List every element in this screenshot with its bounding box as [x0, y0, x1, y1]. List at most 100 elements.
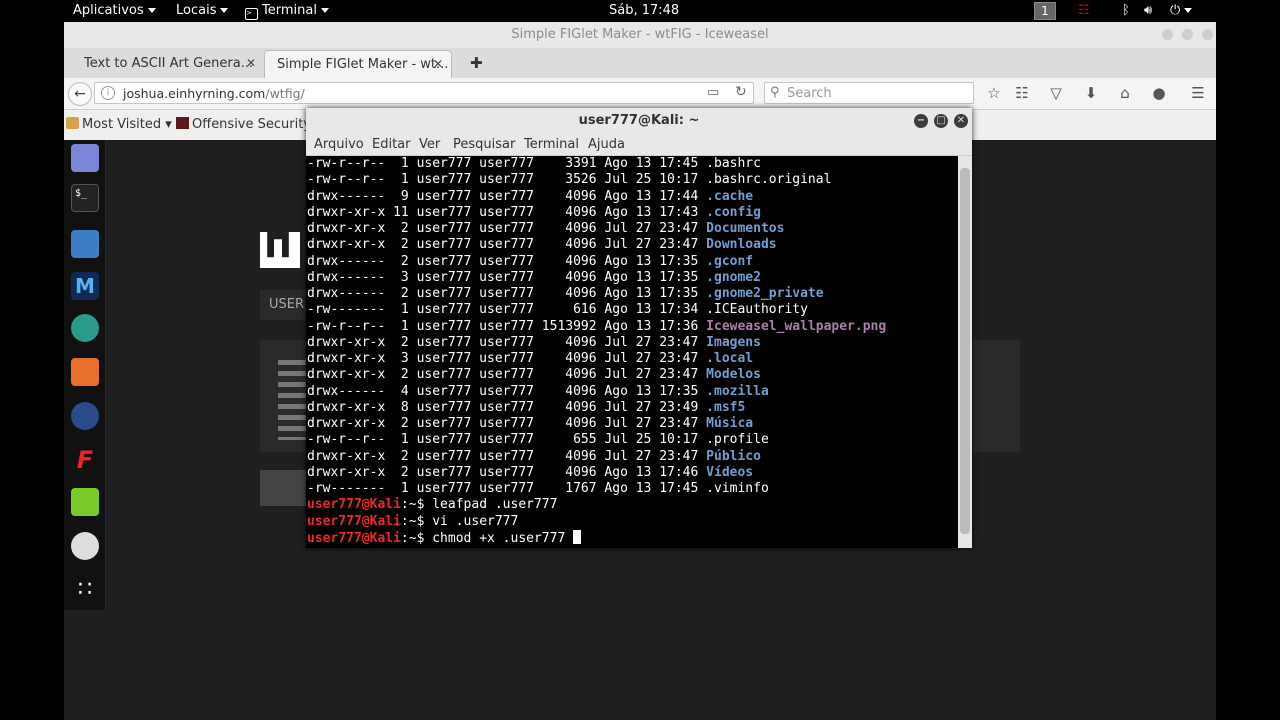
menu-terminal[interactable]: Terminal [524, 137, 579, 152]
listing-meta: drwx------ 2 user777 user777 4096 Ago 13… [307, 253, 707, 269]
chevron-down-icon [320, 8, 329, 13]
close-icon[interactable] [1202, 29, 1213, 40]
pocket-icon[interactable]: ▽ [1046, 84, 1066, 102]
terminal-icon[interactable]: $_ [71, 184, 99, 212]
tab-figlet-maker[interactable]: Simple FIGlet Maker - wt... ✕ [264, 50, 452, 78]
chevron-down-icon [147, 8, 156, 13]
listing-row: drwxr-xr-x 8 user777 user777 4096 Jul 27… [307, 400, 958, 416]
workspace-indicator[interactable]: 1 [1034, 2, 1056, 20]
menu-pesquisar[interactable]: Pesquisar [453, 137, 515, 152]
reload-icon[interactable]: ↻ [735, 84, 747, 100]
bookmark-label: Most Visited ▾ [82, 117, 172, 132]
menu-ver[interactable]: Ver [419, 137, 440, 152]
video-border-left [0, 0, 64, 720]
command-line-current[interactable]: user777@Kali:~$ chmod +x .user777 [307, 529, 958, 546]
back-button[interactable]: ← [68, 82, 92, 106]
screenshot-icon[interactable] [71, 532, 99, 560]
applications-menu[interactable]: Aplicativos [73, 3, 156, 18]
listing-filename: .profile [706, 432, 769, 448]
burpsuite-icon[interactable] [71, 358, 99, 386]
close-icon[interactable]: ✕ [954, 114, 968, 128]
bluetooth-icon[interactable]: ᛒ [1122, 3, 1130, 18]
url-host: joshua.einhyrning.com [123, 86, 266, 101]
listing-filename: Modelos [706, 367, 761, 383]
listing-row: drwxr-xr-x 2 user777 user777 4096 Jul 27… [307, 449, 958, 465]
menu-arquivo[interactable]: Arquivo [314, 137, 364, 152]
minimize-icon[interactable]: − [914, 114, 928, 128]
listing-filename: .mozilla [706, 383, 769, 399]
terminal-scrollbar[interactable] [958, 156, 972, 548]
url-bar[interactable]: i joshua.einhyrning.com/wtfig/ ▭ ↻ [94, 82, 754, 104]
terminal-window[interactable]: user777@Kali: ~ − □ ✕ Arquivo Editar Ver… [306, 108, 972, 548]
places-menu-label: Locais [176, 3, 217, 18]
listing-meta: -rw-r--r-- 1 user777 user777 1513992 Ago… [307, 318, 707, 334]
terminal-app-label: Terminal [262, 3, 317, 18]
bookmark-star-icon[interactable]: ☆ [984, 84, 1004, 102]
menu-ajuda[interactable]: Ajuda [588, 137, 625, 152]
chat-icon[interactable]: ● [1149, 84, 1169, 102]
listing-filename: .viminfo [706, 481, 769, 496]
listing-row: drwx------ 4 user777 user777 4096 Ago 13… [307, 384, 958, 400]
home-icon[interactable]: ⌂ [1115, 84, 1135, 102]
command-line: user777@Kali:~$ vi .user777 [307, 514, 958, 530]
terminal-small-icon: > [245, 8, 258, 20]
hamburger-menu-icon[interactable]: ☰ [1188, 84, 1208, 102]
leafpad-icon[interactable] [71, 488, 99, 516]
scrollbar-thumb[interactable] [960, 168, 970, 534]
listing-meta: -rw------- 1 user777 user777 616 Ago 13 … [307, 302, 707, 318]
listing-filename: .config [706, 204, 761, 220]
maximize-icon[interactable]: □ [934, 114, 948, 128]
command-text: vi .user777 [432, 513, 519, 529]
generate-button[interactable] [260, 470, 306, 506]
pidgin-icon[interactable] [71, 144, 99, 172]
listing-meta: drwx------ 9 user777 user777 4096 Ago 13… [307, 188, 707, 204]
command-text: leafpad .user777 [432, 497, 558, 513]
new-tab-button[interactable]: ✚ [458, 50, 491, 78]
show-apps-icon[interactable]: ∷ [71, 576, 99, 604]
search-input[interactable]: ⚲ Search [764, 82, 974, 104]
menu-editar[interactable]: Editar [372, 137, 411, 152]
bookmark-offensive-security[interactable]: Offensive Security [176, 117, 311, 132]
listing-filename: Iceweasel_wallpaper.png [706, 318, 887, 334]
figlet-logo [260, 232, 300, 268]
search-icon: ⚲ [770, 85, 780, 100]
bookmark-most-visited[interactable]: Most Visited ▾ [66, 117, 172, 132]
maltego-icon[interactable] [71, 402, 99, 430]
maximize-icon[interactable] [1182, 29, 1193, 40]
terminal-app-menu[interactable]: > Terminal [245, 3, 329, 20]
files-icon[interactable] [71, 230, 99, 258]
reader-view-icon[interactable]: ▭ [707, 85, 719, 100]
info-icon[interactable]: i [101, 86, 115, 100]
video-border-right [1216, 0, 1280, 720]
close-icon[interactable]: ✕ [246, 56, 256, 70]
places-menu[interactable]: Locais [176, 3, 229, 18]
listing-meta: drwxr-xr-x 2 user777 user777 4096 Ago 13… [307, 464, 707, 480]
listing-row: drwxr-xr-x 11 user777 user777 4096 Ago 1… [307, 205, 958, 221]
listing-meta: drwxr-xr-x 2 user777 user777 4096 Jul 27… [307, 416, 707, 431]
terminal-output[interactable]: -rw-r--r-- 1 user777 user777 3391 Ago 13… [306, 156, 958, 548]
volume-icon[interactable]: 🔊︎ [1144, 3, 1152, 18]
listing-row: -rw-r--r-- 1 user777 user777 3391 Ago 13… [307, 156, 958, 172]
tab-ascii-art[interactable]: Text to ASCII Art Genera... ✕ [72, 50, 264, 78]
bookmarks-menu-icon[interactable]: ☷ [1012, 84, 1032, 102]
downloads-icon[interactable]: ⬇ [1081, 84, 1101, 102]
chevron-down-icon [1184, 8, 1193, 13]
listing-row: drwx------ 9 user777 user777 4096 Ago 13… [307, 189, 958, 205]
listing-meta: drwxr-xr-x 11 user777 user777 4096 Ago 1… [307, 204, 707, 220]
listing-filename: Público [706, 448, 761, 464]
minimize-icon[interactable] [1162, 29, 1173, 40]
metasploit-icon[interactable]: M [71, 272, 99, 300]
clock[interactable]: Sáb, 17:48 [609, 3, 679, 18]
power-icon[interactable]: ⏻ [1170, 3, 1193, 18]
listing-row: -rw-r--r-- 1 user777 user777 655 Jul 25 … [307, 432, 958, 448]
faraday-icon[interactable]: F [71, 446, 99, 474]
listing-row: drwxr-xr-x 2 user777 user777 4096 Jul 27… [307, 237, 958, 253]
recording-icon[interactable]: ☷ [1078, 3, 1090, 18]
listing-row: drwxr-xr-x 2 user777 user777 4096 Jul 27… [307, 416, 958, 432]
close-icon[interactable]: ✕ [433, 57, 443, 71]
listing-filename: .gconf [706, 253, 754, 269]
listing-filename: .bashrc [706, 156, 761, 171]
listing-meta: drwxr-xr-x 3 user777 user777 4096 Jul 27… [307, 351, 707, 366]
terminal-titlebar: user777@Kali: ~ − □ ✕ [306, 108, 972, 134]
armitage-icon[interactable] [71, 314, 99, 342]
